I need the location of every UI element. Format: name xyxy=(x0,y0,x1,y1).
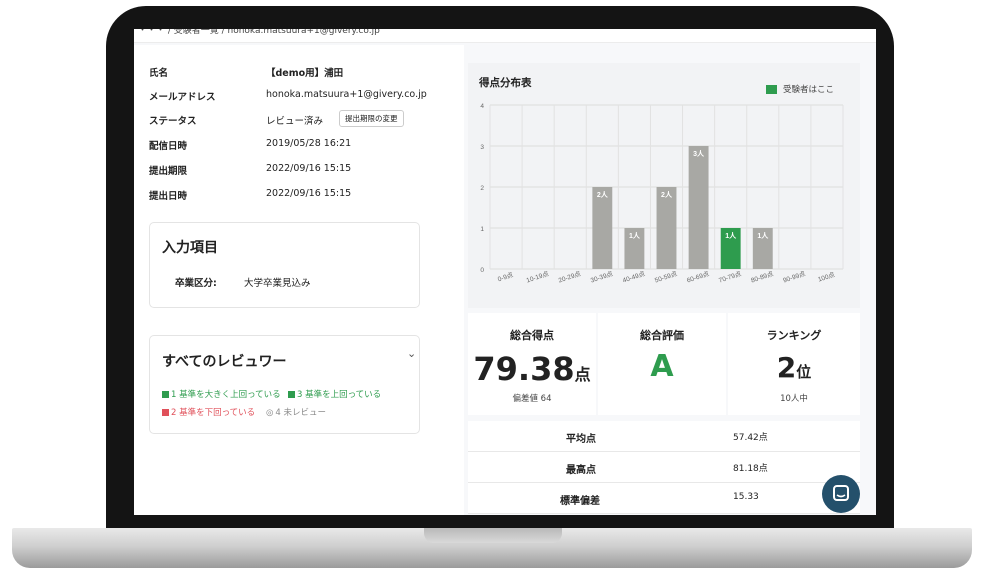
total-score-value: 79.38 xyxy=(473,350,575,388)
x-tick-label: 90-99点 xyxy=(782,270,807,285)
grade-value: A xyxy=(650,349,674,384)
status-value: レビュー済み xyxy=(266,116,324,127)
legend-label: 4 未レビュー xyxy=(275,408,327,418)
legend-exceeds-greatly: 1 基準を大きく上回っている xyxy=(162,388,281,400)
stddev-label: 標準偏差 xyxy=(560,496,600,507)
results-panel: 得点分布表 受験者はここ 0 1 2 3 4 0-9点 10-19点 20-29点 2人 30-3… xyxy=(465,45,876,515)
total-score: 79.38点 xyxy=(468,350,596,388)
laptop-notch xyxy=(424,528,562,543)
table-row: 最高点 81.18点 xyxy=(468,452,860,483)
x-tick-label: 50-59点 xyxy=(654,270,679,285)
name-value: 【demo用】浦田 xyxy=(266,68,344,79)
deviation-value: 偏差値 64 xyxy=(512,394,552,404)
x-tick-label: 10-19点 xyxy=(525,270,550,285)
reviewers-title: すべてのレビュワー xyxy=(162,354,287,370)
deadline-value: 2022/09/16 15:15 xyxy=(266,163,352,174)
x-tick-label: 30-39点 xyxy=(589,270,614,285)
input-items-title: 入力項目 xyxy=(162,240,218,256)
bar-value-label: 2人 xyxy=(661,190,673,199)
stddev-value: 15.33 xyxy=(733,492,759,502)
submitted-label: 提出日時 xyxy=(149,191,188,202)
ranking-box: ランキング 2位 10人中 xyxy=(728,313,860,415)
breadcrumb[interactable]: ・・・ / 受験者一覧 / honoka.matsuura+1@givery.c… xyxy=(134,29,876,43)
ranking-value: 2 xyxy=(776,351,797,384)
x-tick-label: 40-49点 xyxy=(622,270,647,285)
x-tick-label: 20-29点 xyxy=(557,270,582,285)
status-label: ステータス xyxy=(149,116,197,127)
bar-value-label: 1人 xyxy=(629,231,641,240)
y-tick-label: 3 xyxy=(480,144,484,151)
total-score-label: 総合得点 xyxy=(510,329,554,342)
y-tick-label: 0 xyxy=(480,267,484,274)
legend-label: 2 基準を下回っている xyxy=(171,408,256,418)
max-value: 81.18点 xyxy=(733,464,768,474)
eye-icon: ◎ xyxy=(266,408,274,418)
reviewers-card[interactable]: すべてのレビュワー ⌄ 1 基準を大きく上回っている 3 基準を上回っている 2… xyxy=(149,335,420,434)
deadline-label: 提出期限 xyxy=(149,166,188,177)
green-square-icon xyxy=(162,391,169,398)
ranking: 2位 xyxy=(728,351,860,384)
green-square-icon xyxy=(288,391,295,398)
candidate-panel: 氏名 【demo用】浦田 メールアドレス honoka.matsuura+1@g… xyxy=(134,45,464,515)
y-tick-label: 1 xyxy=(480,226,484,233)
grade-box: 総合評価 A xyxy=(598,313,726,415)
legend-unreviewed: ◎ 4 未レビュー xyxy=(266,406,326,418)
x-tick-label: 100点 xyxy=(817,270,836,283)
legend-label: 3 基準を上回っている xyxy=(297,390,382,400)
x-tick-label: 0-9点 xyxy=(497,271,515,284)
email-label: メールアドレス xyxy=(149,92,216,103)
red-square-icon xyxy=(162,409,169,416)
change-deadline-button[interactable]: 提出期限の変更 xyxy=(339,110,404,127)
bar xyxy=(688,146,709,269)
bar-value-label: 3人 xyxy=(693,149,705,158)
bar-value-label: 1人 xyxy=(725,231,737,240)
total-score-unit: 点 xyxy=(574,365,591,384)
score-distribution-chart: 0 1 2 3 4 0-9点 10-19点 20-29点 2人 30-39点 1人 40-49点 2人 5… xyxy=(480,103,844,285)
x-tick-label: 70-79点 xyxy=(718,270,743,285)
graduation-label: 卒業区分: xyxy=(175,278,217,289)
app-screen: ・・・ / 受験者一覧 / honoka.matsuura+1@givery.c… xyxy=(134,29,876,515)
table-row: 平均点 57.42点 xyxy=(468,421,860,452)
ranking-unit: 位 xyxy=(796,363,812,381)
submitted-value: 2022/09/16 15:15 xyxy=(266,188,352,199)
total-score-box: 総合得点 79.38点 偏差値 64 xyxy=(468,313,596,415)
bar xyxy=(656,187,677,269)
delivered-value: 2019/05/28 16:21 xyxy=(266,138,352,149)
average-value: 57.42点 xyxy=(733,433,768,443)
graduation-value: 大学卒業見込み xyxy=(244,278,311,289)
input-items-card: 入力項目 卒業区分: 大学卒業見込み xyxy=(149,222,420,308)
delivered-label: 配信日時 xyxy=(149,141,188,152)
legend-label: 1 基準を大きく上回っている xyxy=(171,390,281,400)
bar xyxy=(592,187,613,269)
bar-value-label: 2人 xyxy=(597,190,609,199)
x-tick-label: 80-89点 xyxy=(750,270,775,285)
chat-bubble-icon xyxy=(833,485,849,501)
email-value: honoka.matsuura+1@givery.co.jp xyxy=(266,89,427,100)
ranking-sub: 10人中 xyxy=(780,394,808,404)
legend-exceeds: 3 基準を上回っている xyxy=(288,388,381,400)
legend-below: 2 基準を下回っている xyxy=(162,406,255,418)
average-label: 平均点 xyxy=(566,434,596,445)
max-label: 最高点 xyxy=(566,465,596,476)
y-tick-label: 4 xyxy=(480,103,484,110)
ranking-label: ランキング xyxy=(766,329,822,342)
x-tick-label: 60-69点 xyxy=(686,270,711,285)
chat-button[interactable] xyxy=(822,475,860,513)
chevron-down-icon[interactable]: ⌄ xyxy=(407,347,416,360)
table-row: 標準偏差 15.33 xyxy=(468,483,860,514)
name-label: 氏名 xyxy=(149,68,169,79)
y-tick-label: 2 xyxy=(480,185,484,192)
bar-value-label: 1人 xyxy=(757,231,769,240)
grade-label: 総合評価 xyxy=(640,329,684,342)
score-distribution-panel: 得点分布表 受験者はここ 0 1 2 3 4 0-9点 10-19点 20-29点 2人 30-3… xyxy=(468,63,860,308)
